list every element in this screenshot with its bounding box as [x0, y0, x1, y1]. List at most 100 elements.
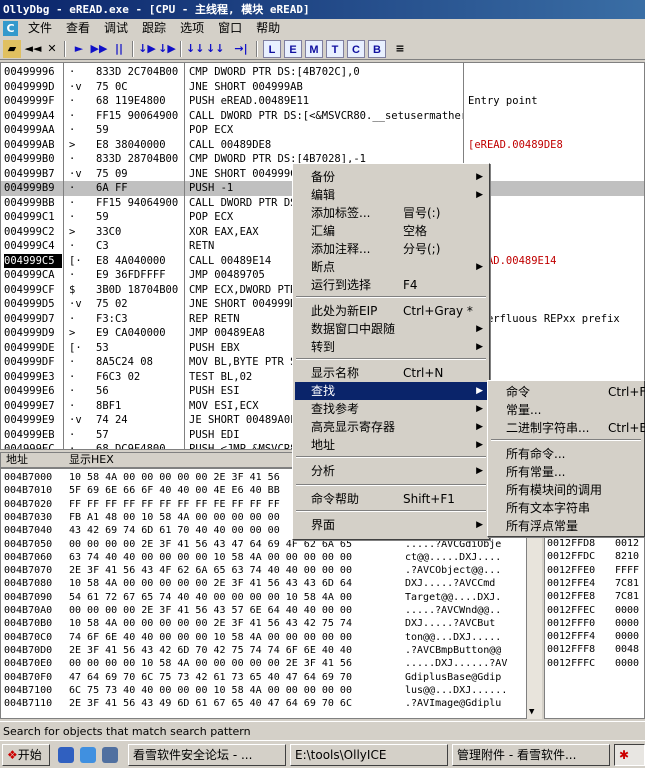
pause-icon[interactable]: || [110, 40, 128, 58]
menu-item-label: 所有命令... [506, 447, 566, 461]
menu-file[interactable]: 文件 [21, 19, 59, 38]
disasm-row[interactable]: 0049999F · 68 119E4800 PUSH eREAD.00489E11 E… [1, 94, 644, 109]
dump-ascii: GdiplusBase@Gdip [405, 671, 502, 683]
start-button[interactable]: ❖开始 [2, 744, 50, 766]
dump-address: 004B7010 [4, 485, 53, 497]
stack-row[interactable]: 0012FFE0 FFFF [545, 564, 644, 577]
trace-into-icon[interactable]: ↓↓ [186, 40, 204, 58]
browser-icon[interactable] [80, 747, 96, 763]
dump-row[interactable]: 004B7080 10 58 4A 00 00 00 00 00 2E 3F 41… [1, 577, 529, 590]
context-menu-item[interactable]: 地址 ▶ [295, 436, 487, 454]
scroll-down-icon[interactable]: ▼ [529, 707, 534, 717]
stack-row[interactable]: 0012FFD8 0012 [545, 537, 644, 550]
dump-row[interactable]: 004B70E0 00 00 00 00 10 58 4A 00 00 00 00… [1, 657, 529, 670]
context-menu-item[interactable]: 数据窗口中跟随 ▶ [295, 320, 487, 338]
close-icon[interactable]: ✕ [43, 40, 61, 58]
menu-options[interactable]: 选项 [173, 19, 211, 38]
dump-row[interactable]: 004B70F0 47 64 69 70 6C 75 73 42 61 73 65… [1, 671, 529, 684]
breakpoints-window-button[interactable]: B [368, 40, 386, 58]
disasm-row[interactable]: 00499996 · 833D 2C704B00 CMP DWORD PTR DS:[… [1, 65, 644, 80]
threads-window-button[interactable]: T [326, 40, 344, 58]
submenu-item[interactable]: 所有模块间的调用 [490, 481, 644, 499]
open-icon[interactable]: ▰ [3, 40, 21, 58]
context-menu-item[interactable]: 备份 ▶ [295, 168, 487, 186]
stack-row[interactable]: 0012FFE4 7C81 [545, 577, 644, 590]
context-menu-item[interactable]: 添加注释... 分号(;) [295, 240, 487, 258]
memory-window-button[interactable]: M [305, 40, 323, 58]
context-menu-item[interactable]: 查找 ▶ [295, 382, 487, 400]
disasm-address: 004999EC [4, 443, 55, 450]
dump-row[interactable]: 004B7110 2E 3F 41 56 43 49 6D 61 67 65 40… [1, 697, 529, 710]
dump-row[interactable]: 004B70C0 74 6F 6E 40 40 00 00 00 10 58 4A… [1, 631, 529, 644]
dump-hex: 10 58 4A 00 00 00 00 00 2E 3F 41 56 43 4… [69, 578, 352, 590]
modules-window-button[interactable]: E [284, 40, 302, 58]
disasm-address: 004999D7 [4, 312, 55, 325]
disasm-row[interactable]: 004999AA · 59 POP ECX [1, 123, 644, 138]
disasm-row[interactable]: 0049999D ·v 75 0C JNE SHORT 004999AB [1, 80, 644, 95]
disasm-row[interactable]: 004999A4 · FF15 90064900 CALL DWORD PTR DS:… [1, 109, 644, 124]
dump-header-hex[interactable]: 显示HEX [69, 453, 114, 467]
disasm-hex-bytes: 8BF1 [96, 399, 122, 412]
context-menu-item[interactable]: 命令帮助 Shift+F1 [295, 490, 487, 508]
stack-row[interactable]: 0012FFDC 8210 [545, 550, 644, 563]
menu-view[interactable]: 查看 [59, 19, 97, 38]
disasm-row[interactable]: 004999AB > E8 38040000 CALL 00489DE8 [eREAD.… [1, 138, 644, 153]
dump-row[interactable]: 004B7060 63 74 40 40 00 00 00 00 10 58 4A… [1, 551, 529, 564]
execute-till-return-icon[interactable]: →| [232, 40, 250, 58]
submenu-item[interactable]: 所有命令... [490, 445, 644, 463]
trace-over-icon[interactable]: ↓↓ [206, 40, 224, 58]
context-menu-item[interactable]: 此处为新EIP Ctrl+Gray * [295, 302, 487, 320]
context-menu-item[interactable]: 高亮显示寄存器 ▶ [295, 418, 487, 436]
submenu-item[interactable]: 命令 Ctrl+F [490, 383, 645, 401]
quicklaunch-icon[interactable] [58, 747, 74, 763]
context-menu-item[interactable]: 转到 ▶ [295, 338, 487, 356]
stack-row[interactable]: 0012FFE8 7C81 [545, 590, 644, 603]
step-over-icon[interactable]: ↓▶ [158, 40, 176, 58]
menu-debug[interactable]: 调试 [97, 19, 135, 38]
context-menu-item[interactable]: 分析 ▶ [295, 462, 487, 480]
task-explorer[interactable]: E:\tools\OllyICE [290, 744, 448, 766]
stack-row[interactable]: 0012FFF0 0000 [545, 617, 644, 630]
menu-trace[interactable]: 跟踪 [135, 19, 173, 38]
submenu-item[interactable]: 常量... [490, 401, 644, 419]
step-into-icon[interactable]: ↓▶ [138, 40, 156, 58]
context-menu-item[interactable]: 显示名称 Ctrl+N [295, 364, 487, 382]
dump-row[interactable]: 004B7100 6C 75 73 40 40 00 00 00 10 58 4A… [1, 684, 529, 697]
context-menu-item[interactable]: 运行到选择 F4 [295, 276, 487, 294]
stack-row[interactable]: 0012FFF4 0000 [545, 630, 644, 643]
dump-row[interactable]: 004B70A0 00 00 00 00 2E 3F 41 56 43 57 6E… [1, 604, 529, 617]
disasm-instruction: POP ECX [189, 124, 234, 136]
dump-row[interactable]: 004B70D0 2E 3F 41 56 43 42 6D 70 42 75 74… [1, 644, 529, 657]
stack-row[interactable]: 0012FFFC 0000 [545, 657, 644, 670]
run-icon[interactable]: ► [70, 40, 88, 58]
context-menu-item[interactable]: 汇编 空格 [295, 222, 487, 240]
submenu-item[interactable]: 二进制字符串... Ctrl+B [490, 419, 645, 437]
log-window-button[interactable]: L [263, 40, 281, 58]
submenu-item[interactable]: 所有浮点常量 [490, 517, 644, 535]
stack-row[interactable]: 0012FFF8 0048 [545, 643, 644, 656]
quicklaunch-icon[interactable] [102, 747, 118, 763]
context-menu-item[interactable]: 查找参考 ▶ [295, 400, 487, 418]
context-menu-item[interactable]: 添加标签... 冒号(:) [295, 204, 487, 222]
stack-row[interactable]: 0012FFEC 0000 [545, 604, 644, 617]
submenu-item[interactable]: 所有文本字符串 [490, 499, 644, 517]
context-menu-item[interactable]: 编辑 ▶ [295, 186, 487, 204]
menu-window[interactable]: 窗口 [211, 19, 249, 38]
list-icon[interactable]: ≡ [391, 40, 409, 58]
dump-header-address[interactable]: 地址 [6, 453, 28, 467]
context-menu-item[interactable]: 界面 ▶ [295, 516, 487, 534]
task-attachments[interactable]: 管理附件 - 看雪软件... [452, 744, 610, 766]
app-icon[interactable]: C [3, 21, 18, 36]
dump-row[interactable]: 004B7090 54 61 72 67 65 74 40 40 00 00 00… [1, 591, 529, 604]
task-forum[interactable]: 看雪软件安全论坛 - ... [128, 744, 286, 766]
dump-row[interactable]: 004B70B0 10 58 4A 00 00 00 00 00 2E 3F 41… [1, 617, 529, 630]
cpu-window-button[interactable]: C [347, 40, 365, 58]
submenu-item[interactable]: 所有常量... [490, 463, 644, 481]
dump-row[interactable]: 004B7070 2E 3F 41 56 43 4F 62 6A 65 63 74… [1, 564, 529, 577]
context-menu-item[interactable]: 断点 ▶ [295, 258, 487, 276]
run-thread-icon[interactable]: ▶▶ [90, 40, 108, 58]
disasm-address: 004999C2 [4, 225, 55, 238]
menu-help[interactable]: 帮助 [249, 19, 287, 38]
rewind-icon[interactable]: ◄◄ [24, 40, 42, 58]
task-ollydbg[interactable]: ✱ [614, 744, 645, 766]
